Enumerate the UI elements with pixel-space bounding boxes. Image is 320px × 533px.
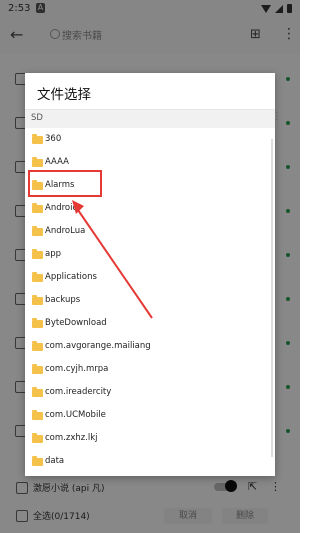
annotation-arrow-icon bbox=[72, 200, 153, 319]
